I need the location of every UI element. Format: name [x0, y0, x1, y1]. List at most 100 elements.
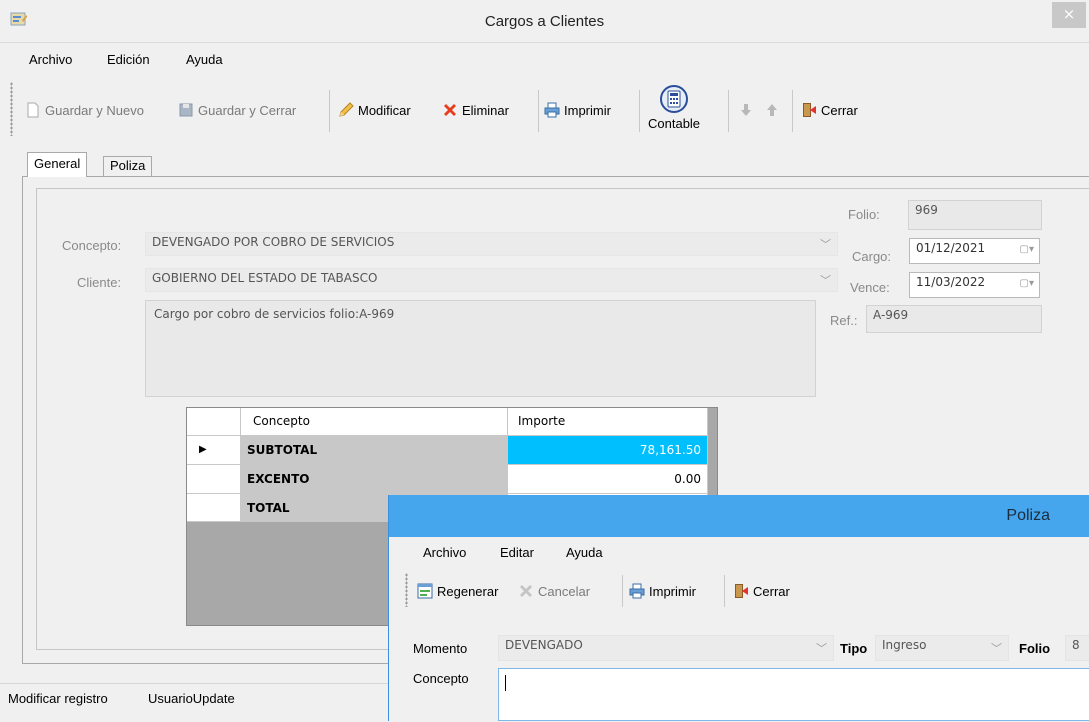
- concepto-label: Concepto:: [62, 238, 122, 253]
- menu-bar: Archivo Edición Ayuda: [0, 48, 1089, 70]
- poliza-window: Poliza Archivo Editar Ayuda Regenerar Ca…: [388, 495, 1089, 721]
- table-row[interactable]: EXCENTO: [241, 465, 508, 494]
- exit-door-icon: [803, 103, 816, 117]
- poliza-title: Poliza: [1006, 507, 1050, 524]
- table-cell[interactable]: 0.00: [508, 465, 708, 494]
- contable-label: Contable: [648, 116, 701, 131]
- move-up-button[interactable]: [764, 102, 780, 118]
- menu-edicion[interactable]: Edición: [107, 52, 150, 67]
- poliza-folio-label: Folio: [1019, 641, 1051, 656]
- eliminar-label: Eliminar: [462, 102, 509, 118]
- contable-button[interactable]: Contable: [648, 84, 700, 131]
- poliza-menu-editar[interactable]: Editar: [500, 545, 534, 560]
- toolbar-separator: [792, 90, 793, 132]
- poliza-menu-ayuda[interactable]: Ayuda: [566, 545, 603, 560]
- cliente-label: Cliente:: [77, 275, 122, 290]
- calendar-icon[interactable]: ▢▾: [1020, 278, 1034, 289]
- poliza-menu-archivo[interactable]: Archivo: [423, 545, 466, 560]
- exit-door-icon: [735, 584, 748, 598]
- concepto-dropdown[interactable]: DEVENGADO POR COBRO DE SERVICIOS ﹀: [145, 232, 838, 256]
- poliza-title-bar[interactable]: Poliza: [389, 495, 1089, 537]
- momento-dropdown[interactable]: DEVENGADO ﹀: [498, 635, 834, 661]
- status-text: Modificar registro: [8, 691, 108, 706]
- vence-label: Vence:: [850, 280, 890, 295]
- row-header[interactable]: [187, 494, 241, 522]
- toolbar: Guardar y Nuevo Guardar y Cerrar Modific…: [8, 82, 1083, 136]
- window-title: Cargos a Clientes: [484, 13, 605, 30]
- pencil-icon: [339, 102, 354, 117]
- close-window-button[interactable]: ×: [1052, 2, 1086, 28]
- form-icon: [417, 583, 433, 599]
- toolbar-separator: [329, 90, 330, 132]
- grid-header-concepto[interactable]: Concepto: [241, 408, 508, 436]
- toolbar-separator: [538, 90, 539, 132]
- row-indicator-icon[interactable]: ▶: [187, 436, 241, 465]
- new-document-icon: [27, 102, 39, 118]
- tipo-dropdown[interactable]: Ingreso ﹀: [875, 635, 1009, 661]
- poliza-cerrar-label: Cerrar: [753, 583, 790, 599]
- toolbar-grip[interactable]: [405, 573, 408, 607]
- cargo-label: Cargo:: [852, 249, 892, 264]
- menu-ayuda[interactable]: Ayuda: [186, 52, 223, 67]
- arrow-down-icon: [741, 104, 751, 116]
- cancel-x-icon: [520, 585, 532, 597]
- cerrar-label: Cerrar: [821, 102, 858, 118]
- row-header[interactable]: [187, 465, 241, 494]
- momento-label: Momento: [413, 641, 468, 656]
- chevron-down-icon: ﹀: [816, 642, 827, 655]
- table-row[interactable]: SUBTOTAL: [241, 436, 508, 465]
- guardar-nuevo-button[interactable]: Guardar y Nuevo: [25, 102, 144, 118]
- poliza-folio-field[interactable]: 8: [1065, 635, 1089, 661]
- cargo-date-value: 01/12/2021: [916, 241, 986, 255]
- descripcion-textarea[interactable]: Cargo por cobro de servicios folio:A-969: [145, 300, 816, 397]
- chevron-down-icon: ﹀: [820, 238, 831, 251]
- save-icon: [179, 103, 193, 117]
- modificar-button[interactable]: Modificar: [338, 102, 411, 118]
- printer-icon: [629, 583, 645, 599]
- guardar-cerrar-button[interactable]: Guardar y Cerrar: [178, 102, 296, 118]
- tipo-label: Tipo: [840, 641, 868, 656]
- vence-date-value: 11/03/2022: [916, 275, 986, 289]
- folio-label: Folio:: [848, 207, 880, 222]
- cliente-value: GOBIERNO DEL ESTADO DE TABASCO: [152, 271, 378, 285]
- tipo-value: Ingreso: [882, 638, 927, 652]
- chevron-down-icon: ﹀: [820, 274, 831, 287]
- vence-date-picker[interactable]: 11/03/2022 ▢▾: [909, 272, 1040, 298]
- text-cursor: [505, 675, 506, 691]
- cliente-dropdown[interactable]: GOBIERNO DEL ESTADO DE TABASCO ﹀: [145, 268, 838, 292]
- move-down-button[interactable]: [738, 102, 754, 118]
- delete-x-icon: [444, 104, 456, 116]
- cargo-date-picker[interactable]: 01/12/2021 ▢▾: [909, 238, 1040, 264]
- toolbar-separator: [724, 575, 725, 607]
- ref-field[interactable]: A-969: [866, 305, 1042, 333]
- menu-archivo[interactable]: Archivo: [29, 52, 72, 67]
- folio-field[interactable]: 969: [908, 200, 1042, 230]
- guardar-cerrar-label: Guardar y Cerrar: [198, 102, 297, 118]
- poliza-concepto-label: Concepto: [413, 671, 469, 686]
- guardar-nuevo-label: Guardar y Nuevo: [45, 102, 144, 118]
- grid-header-importe[interactable]: Importe: [508, 408, 708, 436]
- toolbar-grip[interactable]: [10, 82, 13, 136]
- eliminar-button[interactable]: Eliminar: [442, 102, 509, 118]
- ref-label: Ref.:: [830, 313, 858, 328]
- modificar-label: Modificar: [358, 102, 411, 118]
- tab-poliza[interactable]: Poliza: [103, 156, 153, 177]
- toolbar-separator: [622, 575, 623, 607]
- imprimir-button[interactable]: Imprimir: [544, 102, 611, 118]
- poliza-cerrar-button[interactable]: Cerrar: [733, 583, 790, 599]
- cancelar-button[interactable]: Cancelar: [518, 583, 590, 599]
- tab-general[interactable]: General: [27, 152, 88, 177]
- toolbar-separator: [728, 90, 729, 132]
- calculator-icon: [660, 85, 689, 113]
- arrow-up-icon: [767, 104, 777, 116]
- table-cell-selected[interactable]: 78,161.50: [508, 436, 708, 465]
- printer-icon: [544, 102, 560, 118]
- cerrar-button[interactable]: Cerrar: [801, 102, 858, 118]
- poliza-imprimir-button[interactable]: Imprimir: [629, 583, 696, 599]
- calendar-icon[interactable]: ▢▾: [1020, 244, 1034, 255]
- poliza-concepto-input[interactable]: [498, 668, 1089, 721]
- momento-value: DEVENGADO: [505, 638, 583, 652]
- toolbar-separator: [639, 90, 640, 132]
- regenerar-button[interactable]: Regenerar: [417, 583, 498, 599]
- concepto-value: DEVENGADO POR COBRO DE SERVICIOS: [152, 235, 395, 249]
